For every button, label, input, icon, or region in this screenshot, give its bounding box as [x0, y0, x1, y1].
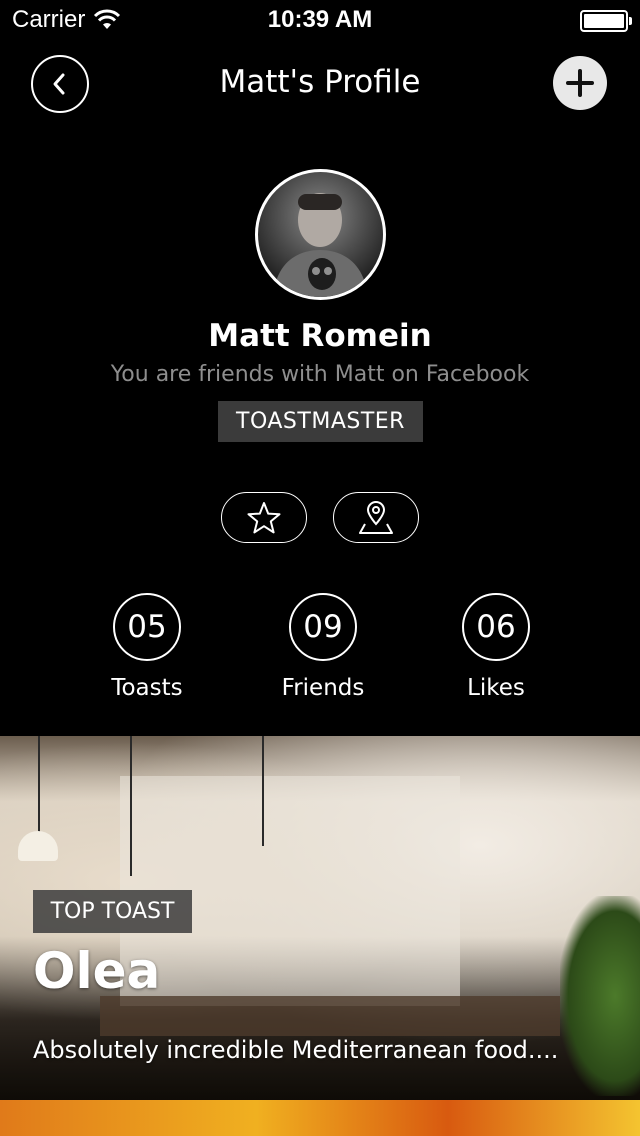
battery-icon: [580, 10, 632, 32]
top-toast-badge: TOP TOAST: [33, 890, 192, 933]
next-toast-card[interactable]: [0, 1100, 640, 1136]
top-toast-card[interactable]: TOP TOAST Olea Absolutely incredible Med…: [0, 736, 640, 1100]
stat-friends[interactable]: 09 Friends: [258, 593, 388, 701]
stat-value: 09: [289, 593, 357, 661]
stat-likes[interactable]: 06 Likes: [431, 593, 561, 701]
star-icon: [247, 501, 281, 533]
avatar: [255, 169, 386, 300]
stat-value: 06: [462, 593, 530, 661]
stat-label: Friends: [281, 675, 365, 701]
photo-lamp: [262, 736, 264, 846]
location-button[interactable]: [333, 492, 419, 543]
status-bar: Carrier 10:39 AM: [0, 0, 640, 40]
photo-lamp: [130, 736, 132, 876]
profile-name: Matt Romein: [208, 318, 432, 354]
photo-lamp: [38, 736, 40, 836]
favorite-button[interactable]: [221, 492, 307, 543]
stat-value: 05: [113, 593, 181, 661]
profile-photo: [273, 193, 368, 297]
nav-bar: Matt's Profile: [0, 52, 640, 114]
rank-badge: TOASTMASTER: [218, 401, 423, 442]
page-title: Matt's Profile: [219, 64, 421, 100]
clock: 10:39 AM: [267, 6, 373, 33]
venue-description: Absolutely incredible Mediterranean food…: [33, 1036, 559, 1064]
stat-toasts[interactable]: 05 Toasts: [82, 593, 212, 701]
add-button[interactable]: [553, 56, 607, 110]
plus-icon: [566, 69, 594, 97]
photo-plant: [560, 896, 640, 1096]
stat-label: Likes: [467, 675, 525, 701]
photo-counter: [100, 996, 560, 1036]
photo-lamp-shade: [18, 831, 58, 861]
friend-note: You are friends with Matt on Facebook: [110, 362, 530, 387]
map-pin-icon: [359, 500, 393, 534]
venue-name: Olea: [33, 942, 161, 1000]
stat-label: Toasts: [111, 675, 183, 701]
